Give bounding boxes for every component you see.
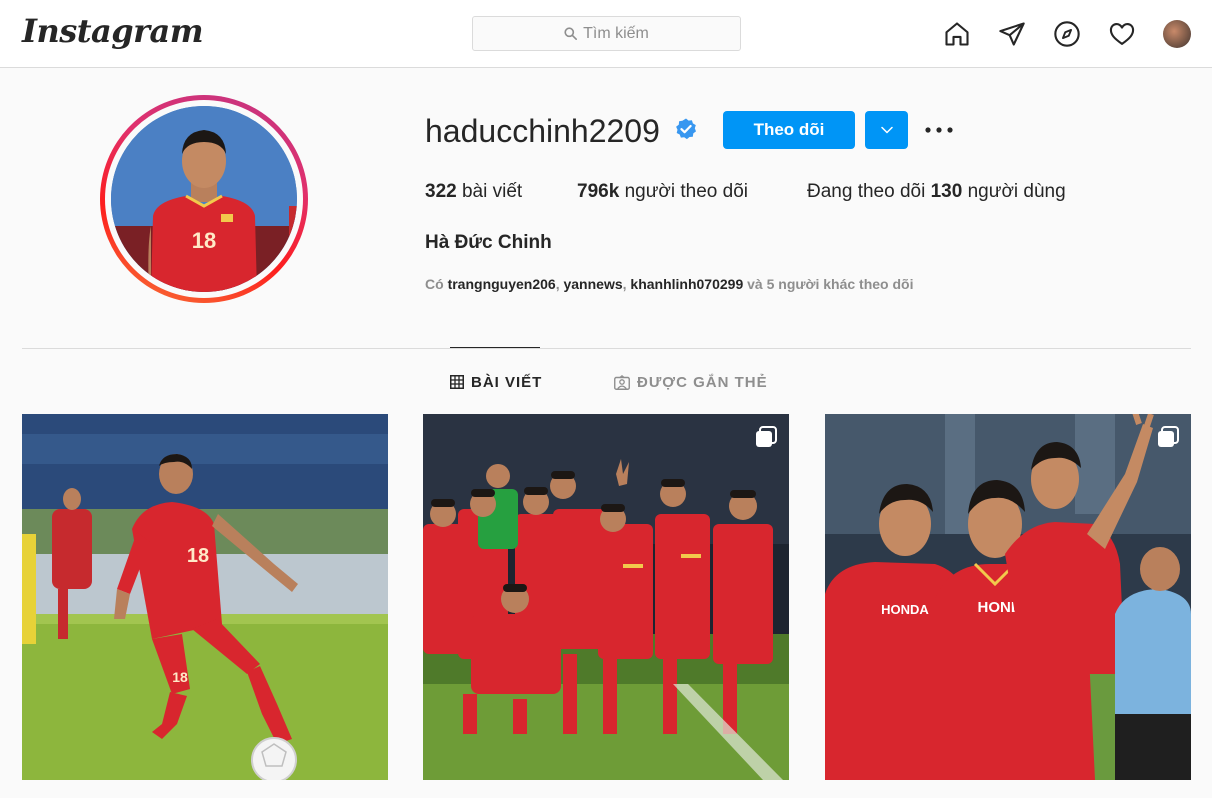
followers-count-value: 796k <box>577 181 620 202</box>
explore-icon[interactable] <box>1050 17 1084 51</box>
followed-by-user: yannews <box>563 276 623 292</box>
following-count-value: 130 <box>930 181 963 202</box>
following-suffix: người dùng <box>967 181 1066 202</box>
profile-username: haducchinh2209 <box>425 113 660 149</box>
instagram-logo[interactable]: Instagram <box>22 12 204 50</box>
post-image-team-group <box>423 414 789 780</box>
tabs-divider <box>22 348 1191 349</box>
followed-by-suffix: và 5 người khác theo dõi <box>747 276 914 292</box>
tab-posts[interactable]: BÀI VIẾT <box>450 372 542 392</box>
posts-count: 322 bài viết <box>425 181 522 203</box>
more-dots-icon <box>925 127 953 133</box>
svg-text:18: 18 <box>187 545 209 567</box>
activity-heart-icon[interactable] <box>1105 17 1139 51</box>
search-placeholder: Tìm kiếm <box>583 24 649 42</box>
post-image-teammates-selfie: HONDA HONDA <box>825 414 1191 780</box>
multiple-photos-icon <box>1158 426 1179 447</box>
search-input[interactable]: Tìm kiếm <box>472 16 741 51</box>
grid-icon <box>450 375 464 389</box>
profile-avatar[interactable] <box>1160 17 1194 51</box>
verified-badge-icon <box>674 117 698 146</box>
post-thumbnail-1[interactable]: 18 18 <box>22 414 388 780</box>
posts-count-label: bài viết <box>461 181 523 202</box>
home-icon[interactable] <box>940 17 974 51</box>
profile-picture: 18 <box>111 106 297 292</box>
top-navigation-bar: Instagram Tìm kiếm <box>0 0 1212 68</box>
follow-button[interactable]: Theo dõi <box>723 111 855 149</box>
tab-tagged[interactable]: ĐƯỢC GẮN THẺ <box>614 372 768 392</box>
chevron-down-icon <box>880 126 893 134</box>
followed-by-user: khanhlinh070299 <box>630 276 744 292</box>
tab-tagged-label: ĐƯỢC GẮN THẺ <box>637 373 768 391</box>
suggested-accounts-dropdown-button[interactable] <box>865 111 908 149</box>
followers-count-label: người theo dõi <box>624 181 748 202</box>
post-thumbnail-3[interactable]: HONDA HONDA <box>825 414 1191 780</box>
active-tab-indicator <box>450 347 540 348</box>
avatar <box>1163 20 1191 48</box>
post-image-player-dribbling: 18 18 <box>22 414 388 780</box>
tab-posts-label: BÀI VIẾT <box>471 373 543 391</box>
followed-by-prefix: Có <box>425 276 444 292</box>
profile-photo-illustration: 18 <box>111 106 297 292</box>
following-prefix: Đang theo dõi <box>807 181 926 202</box>
multiple-photos-icon <box>756 426 777 447</box>
svg-text:18: 18 <box>172 669 188 685</box>
more-options-button[interactable] <box>924 120 954 140</box>
post-thumbnail-2[interactable] <box>423 414 789 780</box>
jersey-sponsor-text: HONDA <box>881 602 929 617</box>
followed-by-text[interactable]: Có trangnguyen206, yannews, khanhlinh070… <box>425 276 913 292</box>
story-ring[interactable]: 18 <box>100 95 308 303</box>
search-icon <box>564 27 578 40</box>
followed-by-user: trangnguyen206 <box>447 276 556 292</box>
posts-count-value: 322 <box>425 181 457 202</box>
direct-message-icon[interactable] <box>995 17 1029 51</box>
followers-link[interactable]: 796k người theo dõi <box>577 181 748 203</box>
profile-full-name: Hà Đức Chinh <box>425 232 552 253</box>
svg-text:18: 18 <box>192 228 216 253</box>
tagged-icon <box>614 374 630 390</box>
following-link[interactable]: Đang theo dõi 130 người dùng <box>807 181 1066 203</box>
